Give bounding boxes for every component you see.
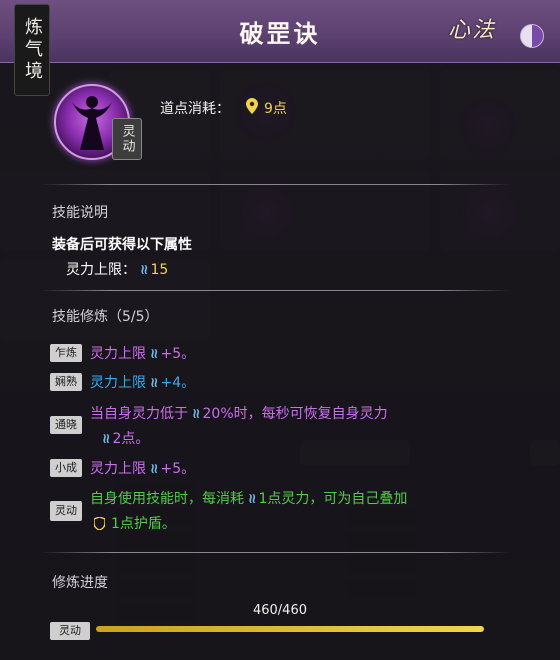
tier-effect-text: 灵力上限 — [90, 375, 146, 391]
spirit-wave-icon: ≀≀ — [140, 262, 148, 278]
tier-effect-value: +4。 — [160, 375, 196, 391]
spirit-wave-icon: ≀≀ — [192, 406, 200, 422]
progress-tier-badge: 灵动 — [50, 622, 90, 640]
spirit-wave-icon: ≀≀ — [248, 491, 256, 507]
attr-intro: 装备后可获得以下属性 — [52, 237, 192, 253]
tier-badge: 乍炼 — [50, 344, 82, 362]
tier-effect: 当自身灵力低于 ≀≀ 20%时，每秒可恢复自身灵力 — [90, 403, 388, 423]
skill-figure-icon — [72, 96, 112, 150]
skill-detail-panel: 炼气境 破罡诀 心法 灵动 道点消耗： 9点 技能说明 装备后可获得以下属性 灵… — [0, 0, 560, 660]
divider — [40, 290, 510, 291]
tier-badge: 娴熟 — [50, 373, 82, 391]
tier-effect-text: 自身使用技能时，每消耗 — [90, 491, 244, 507]
attr-value: 15 — [150, 262, 169, 278]
tier-effect: 自身使用技能时，每消耗 ≀≀ 1点灵力，可为自己叠加 — [90, 488, 407, 508]
tier-effect-text: 灵力上限 — [90, 461, 146, 477]
practice-title: 技能修炼（5/5） — [52, 309, 159, 325]
description-title: 技能说明 — [52, 205, 108, 221]
xinfa-badge: 心法 — [448, 18, 497, 43]
tier-effect: 1点护盾。 — [94, 513, 176, 533]
spirit-wave-icon: ≀≀ — [150, 375, 158, 391]
tier-badge: 通晓 — [50, 416, 82, 434]
tier-effect-text: 灵力上限 — [90, 346, 146, 362]
tier-effect-text: 当自身灵力低于 — [90, 406, 188, 422]
progress-bar-fill — [96, 626, 484, 632]
tier-effect: 灵力上限 ≀≀ +5。 — [90, 343, 195, 363]
divider — [40, 552, 510, 553]
skill-type-label: 灵动 — [119, 124, 135, 154]
tier-effect-value: +5。 — [160, 461, 196, 477]
spirit-wave-icon: ≀≀ — [150, 461, 158, 477]
spirit-wave-icon: ≀≀ — [150, 346, 158, 362]
skill-type-tag: 灵动 — [112, 118, 142, 160]
tier-badge: 小成 — [50, 459, 82, 477]
progress-bar — [96, 626, 484, 632]
attr-label: 灵力上限： — [66, 262, 136, 278]
progress-text: 460/460 — [252, 603, 307, 618]
tier-effect-text: 1点灵力，可为自己叠加 — [258, 491, 408, 507]
shield-icon — [94, 517, 105, 530]
tier-badge: 灵动 — [50, 501, 82, 521]
progress-label: 修炼进度 — [52, 575, 108, 591]
cost-label: 道点消耗： — [160, 101, 230, 117]
tier-effect-text: 20%时，每秒可恢复自身灵力 — [202, 406, 388, 422]
taiji-icon[interactable] — [520, 24, 544, 48]
tier-effect-text: 1点护盾。 — [111, 516, 176, 532]
attr-line: 灵力上限： ≀≀ 15 — [66, 259, 168, 279]
tier-effect: 灵力上限 ≀≀ +5。 — [90, 458, 195, 478]
tier-effect-text: 2点。 — [112, 431, 150, 447]
tier-effect-value: +5。 — [160, 346, 196, 362]
tier-effect: ≀≀ 2点。 — [98, 428, 149, 448]
location-pin-icon — [246, 98, 258, 114]
tier-effect: 灵力上限 ≀≀ +4。 — [90, 372, 195, 392]
divider — [40, 184, 510, 185]
spirit-wave-icon: ≀≀ — [102, 431, 110, 447]
cost-value: 9点 — [264, 101, 287, 117]
